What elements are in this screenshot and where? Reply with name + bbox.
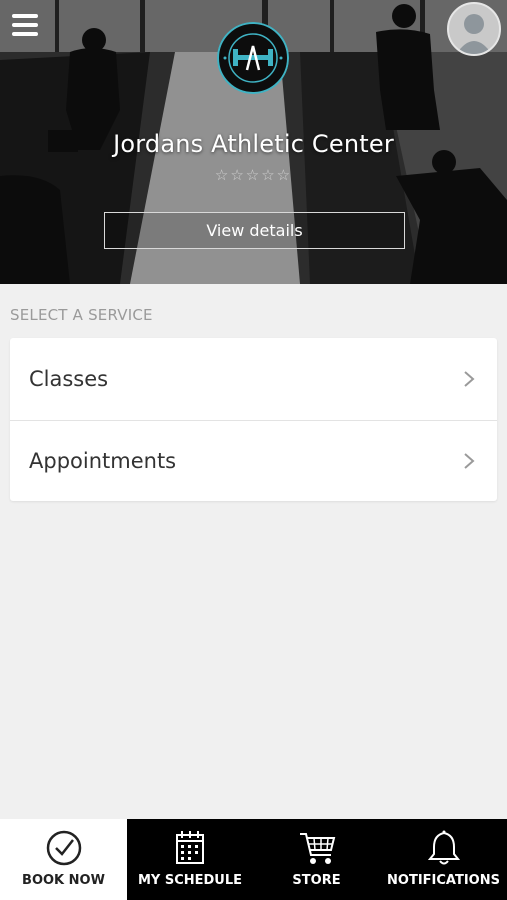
calendar-icon bbox=[176, 831, 204, 864]
rating-stars: ☆☆☆☆☆ bbox=[214, 166, 293, 184]
nav-notifications[interactable]: NOTIFICATIONS bbox=[380, 819, 507, 900]
cart-icon bbox=[299, 833, 335, 864]
nav-label: STORE bbox=[292, 873, 341, 888]
service-item-appointments[interactable]: Appointments bbox=[10, 420, 497, 501]
nav-label: MY SCHEDULE bbox=[137, 873, 243, 888]
nav-label: BOOK NOW bbox=[22, 873, 105, 888]
service-list: Classes Appointments bbox=[10, 338, 497, 501]
chevron-right-icon bbox=[464, 453, 475, 469]
service-label: Classes bbox=[29, 367, 109, 391]
service-label: Appointments bbox=[29, 449, 177, 473]
bottom-nav: BOOK NOW MY SCHEDULE STORE NOTIFICATIONS bbox=[0, 819, 507, 900]
service-item-classes[interactable]: Classes bbox=[10, 338, 497, 420]
bell-icon bbox=[427, 830, 460, 865]
view-details-button[interactable]: View details bbox=[104, 212, 405, 249]
section-label: SELECT A SERVICE bbox=[10, 306, 153, 324]
gym-logo bbox=[217, 22, 289, 94]
nav-store[interactable]: STORE bbox=[253, 819, 380, 900]
hamburger-menu-icon[interactable] bbox=[12, 14, 38, 38]
profile-avatar[interactable] bbox=[447, 2, 501, 56]
nav-label: NOTIFICATIONS bbox=[387, 873, 500, 888]
hero-banner: Jordans Athletic Center ☆☆☆☆☆ View detai… bbox=[0, 0, 507, 284]
nav-my-schedule[interactable]: MY SCHEDULE bbox=[127, 819, 253, 900]
chevron-right-icon bbox=[464, 371, 475, 387]
nav-book-now[interactable]: BOOK NOW bbox=[0, 819, 127, 900]
gym-title: Jordans Athletic Center bbox=[113, 130, 394, 158]
check-circle-icon bbox=[46, 830, 81, 866]
